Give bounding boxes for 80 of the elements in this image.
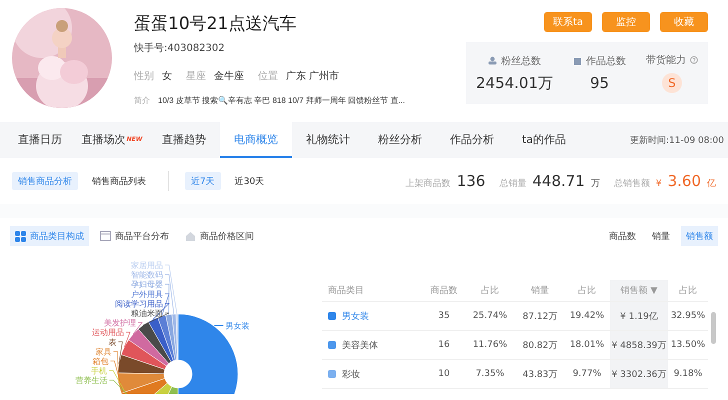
update-time: 更新时间:11-09 08:00 xyxy=(630,134,725,146)
slice-label: 美发护理 xyxy=(104,318,136,328)
table-cell-text: 13.50% xyxy=(670,339,706,352)
summary-label: 上架商品数 xyxy=(406,178,451,190)
table-cell-text: 32.95% xyxy=(670,310,706,323)
nav-tab[interactable]: 作品分析 xyxy=(436,122,508,158)
streamer-name: 蛋蛋10号21点送汽车 xyxy=(134,13,298,35)
slice-label: 智能数码 xyxy=(131,270,163,280)
stat-value: 2454.01万 xyxy=(476,74,554,92)
table-cell-text: 19.42% xyxy=(568,310,606,323)
summary-label: 总销售额 xyxy=(614,178,650,190)
fact-label: 位置 xyxy=(258,71,278,82)
category-name[interactable]: 美容美体 xyxy=(342,338,378,352)
chart-tab[interactable]: 商品平台分布 xyxy=(95,226,174,246)
nav-tab[interactable]: 粉丝分析 xyxy=(364,122,436,158)
view-tab[interactable]: 销售商品列表 xyxy=(86,172,152,190)
column-header: 商品类目 xyxy=(327,284,365,298)
slice-label: 户外用具 xyxy=(131,290,163,299)
table-cell-text: 25.74% xyxy=(472,310,508,323)
summary-value: 136 xyxy=(456,172,486,190)
table-cell-text: 18.01% xyxy=(568,339,606,352)
table-cell: ¥ 4858.39万 xyxy=(610,331,668,359)
table-cell: ¥ 1.19亿 xyxy=(610,302,668,330)
column-header: 占比 xyxy=(480,284,500,298)
summary-value: 448.71 xyxy=(532,172,585,190)
summary-value: 3.60 xyxy=(668,172,701,190)
period-tab[interactable]: 近30天 xyxy=(228,172,270,190)
nav-tab[interactable]: 电商概览 xyxy=(220,122,292,158)
stat-label: 作品总数 xyxy=(586,54,626,68)
column-header: 销量 xyxy=(530,284,550,298)
table-cell-text: 16 xyxy=(437,339,451,352)
fact-label: 星座 xyxy=(186,71,206,82)
slice-label: 男女装 xyxy=(225,321,250,330)
nav-tab[interactable]: ta的作品 xyxy=(508,122,580,158)
stat-value: 95 xyxy=(590,74,610,92)
table-cell-text: 87.12万 xyxy=(522,310,558,324)
column-header: 商品数 xyxy=(430,284,458,298)
grade-badge: S xyxy=(662,73,682,93)
slice-label: 家居用品 xyxy=(131,261,163,270)
table-cell: ¥ 3302.36万 xyxy=(610,360,668,388)
metric-tab[interactable]: 商品数 xyxy=(604,226,641,246)
table-cell-text: 10 xyxy=(437,368,451,381)
slice-label: 表 xyxy=(108,338,116,347)
bio-label: 简介 xyxy=(134,95,150,106)
fact-value: 女 xyxy=(162,71,172,82)
table-cell-text: 9.77% xyxy=(572,368,602,381)
category-name[interactable]: 彩妆 xyxy=(342,368,360,380)
table-cell-text: 80.82万 xyxy=(522,340,558,352)
nav-tab[interactable]: 礼物统计 xyxy=(292,122,364,158)
stat-label: 带货能力 xyxy=(646,54,686,67)
slice-label: 运动用品 xyxy=(92,328,124,338)
summary-unit: 万 xyxy=(590,178,600,190)
metric-tab[interactable]: 销量 xyxy=(647,226,675,246)
slice-label: 阅读学习用品 xyxy=(115,299,163,308)
slice-label: 营养生活 xyxy=(75,376,108,386)
slice-label: 家具 xyxy=(95,347,112,356)
currency-sign: ¥ xyxy=(656,179,662,189)
slice-label: 箱包 xyxy=(92,357,108,366)
table-cell-text: 11.76% xyxy=(472,339,508,352)
summary-unit: 亿 xyxy=(707,178,716,190)
fact-label: 性别 xyxy=(134,71,154,82)
table-cell-text: 9.18% xyxy=(672,368,704,381)
nav-tab[interactable]: 直播日历 xyxy=(4,122,76,158)
table-cell-text: 7.35% xyxy=(474,368,506,381)
slice-label: 孕妇母婴 xyxy=(131,280,163,290)
bio-text: 10/3 皮草节 搜索🔍辛有志 辛巴 818 10/7 拜师一周年 回馈粉丝节 直... xyxy=(158,95,405,106)
column-header: 占比 xyxy=(577,284,597,298)
chart-tab[interactable]: 商品价格区间 xyxy=(180,226,259,246)
stat-label: 粉丝总数 xyxy=(501,54,541,68)
fact-value: 金牛座 xyxy=(214,71,244,82)
summary-label: 总销量 xyxy=(499,178,526,190)
fact-value: 广东 广州市 xyxy=(286,71,340,82)
nav-tab[interactable]: 直播场次$^{NEW}$ xyxy=(76,122,148,158)
table-cell-text: 43.83万 xyxy=(522,368,558,382)
account-id: 快手号:403082302 xyxy=(134,42,226,55)
category-name[interactable]: 男女装 xyxy=(342,310,369,322)
slice-label: 手机 xyxy=(91,366,108,376)
column-header: 占比 xyxy=(678,284,698,298)
nav-tab[interactable]: 直播趋势 xyxy=(148,122,220,158)
table-cell-text: 35 xyxy=(437,310,451,323)
